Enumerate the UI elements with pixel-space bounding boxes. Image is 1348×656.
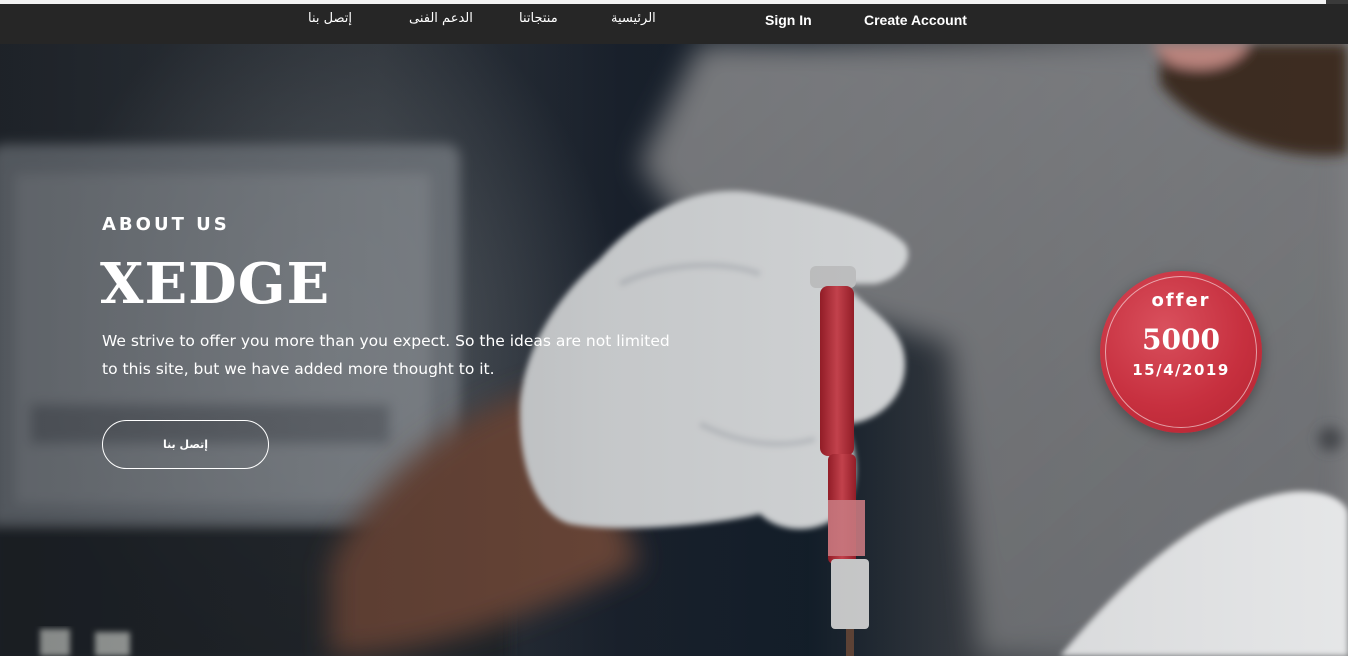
hero-section: ABOUT US XEDGE We strive to offer you mo… (0, 44, 1348, 656)
brand-title: XEDGE (100, 251, 331, 317)
nav-contact-link[interactable]: إتصل بنا (308, 8, 352, 30)
offer-badge: offer 5000 15/4/2019 (1100, 271, 1262, 433)
about-us-label: ABOUT US (102, 214, 230, 235)
offer-date: 15/4/2019 (1132, 361, 1230, 379)
offer-label: offer (1151, 290, 1211, 311)
nav-support-link[interactable]: الدعم الفنى (409, 8, 473, 30)
sign-in-link[interactable]: Sign In (765, 9, 812, 31)
offer-amount: 5000 (1142, 323, 1220, 356)
contact-us-button[interactable]: إتصل بنا (102, 420, 269, 469)
nav-products-link[interactable]: منتجاتنا (519, 8, 558, 30)
navbar: إتصل بنا الدعم الفنى منتجاتنا الرئيسية S… (0, 4, 1348, 44)
nav-home-link[interactable]: الرئيسية (611, 8, 656, 30)
hero-tagline: We strive to offer you more than you exp… (102, 332, 670, 378)
create-account-link[interactable]: Create Account (864, 9, 967, 31)
